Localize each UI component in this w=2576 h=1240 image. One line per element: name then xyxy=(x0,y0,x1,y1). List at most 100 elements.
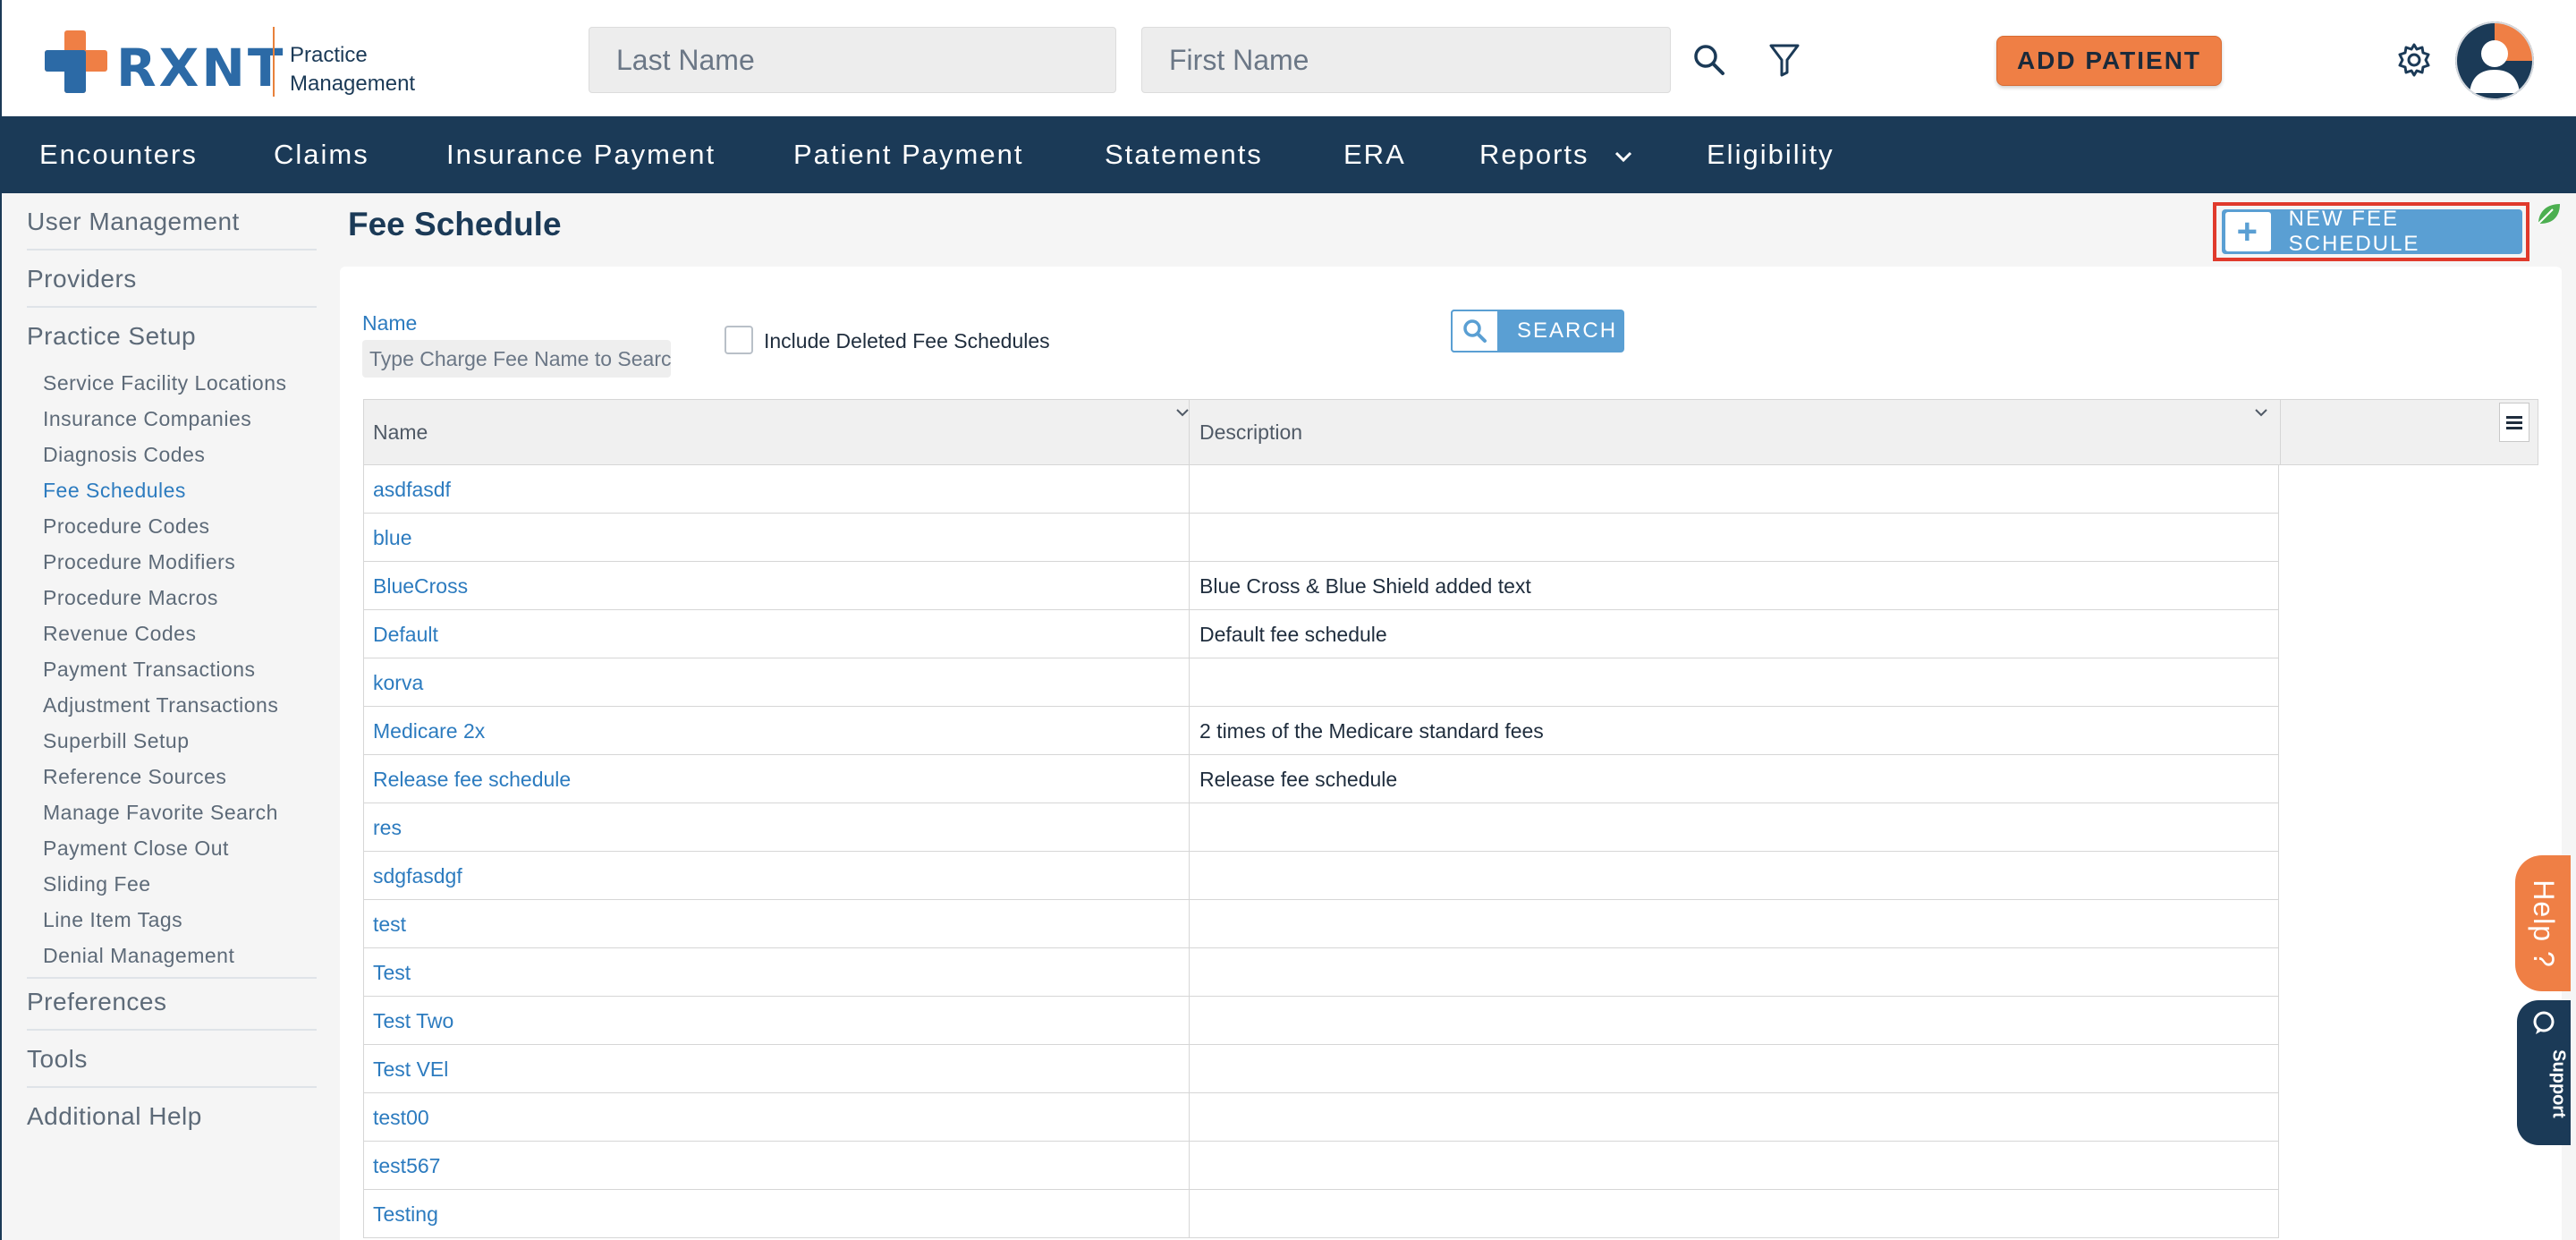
sidebar-divider xyxy=(27,306,317,308)
sidebar-item-revenue-codes[interactable]: Revenue Codes xyxy=(43,622,196,646)
rxnt-cross-icon xyxy=(45,30,107,93)
sidebar-tools[interactable]: Tools xyxy=(27,1045,88,1074)
sidebar-item-line-item-tags[interactable]: Line Item Tags xyxy=(43,908,182,932)
cell-separator xyxy=(1189,465,1190,514)
cell-separator xyxy=(1189,1093,1190,1142)
fee-schedule-name-link[interactable]: Testing xyxy=(373,1190,438,1238)
nav-era[interactable]: ERA xyxy=(1343,116,1406,193)
nav-eligibility[interactable]: Eligibility xyxy=(1707,116,1835,193)
patient-search-button[interactable] xyxy=(1687,38,1732,82)
sidebar-user-management[interactable]: User Management xyxy=(27,208,240,236)
sidebar-item-denial-management[interactable]: Denial Management xyxy=(43,944,234,968)
logo-divider xyxy=(273,27,275,97)
fee-schedule-name-link[interactable]: sdgfasdgf xyxy=(373,852,462,900)
name-filter-input[interactable] xyxy=(362,340,671,378)
cell-separator xyxy=(1189,997,1190,1045)
filter-button[interactable] xyxy=(1762,38,1807,82)
cell-separator xyxy=(1189,1045,1190,1093)
rxnt-logo[interactable]: RXNT xyxy=(45,30,283,98)
nav-claims[interactable]: Claims xyxy=(274,116,369,193)
hamburger-icon xyxy=(2506,416,2522,429)
column-separator xyxy=(1189,400,1190,464)
product-line-1: Practice xyxy=(290,43,368,67)
fee-schedule-name-link[interactable]: korva xyxy=(373,658,423,707)
sidebar-item-payment-transactions[interactable]: Payment Transactions xyxy=(43,658,256,682)
fee-schedule-name-link[interactable]: test xyxy=(373,900,406,948)
sidebar-item-fee-schedules[interactable]: Fee Schedules xyxy=(43,479,186,503)
sidebar-item-adjustment-transactions[interactable]: Adjustment Transactions xyxy=(43,693,278,718)
fee-schedule-name-link[interactable]: Test xyxy=(373,948,411,997)
sidebar-item-payment-close-out[interactable]: Payment Close Out xyxy=(43,837,229,861)
table-row: Test xyxy=(363,948,2279,997)
sidebar-item-service-facility-locations[interactable]: Service Facility Locations xyxy=(43,371,287,395)
fee-schedule-name-link[interactable]: Test VEl xyxy=(373,1045,448,1093)
sidebar-divider xyxy=(27,1029,317,1031)
nav-patient-payment[interactable]: Patient Payment xyxy=(793,116,1023,193)
cell-separator xyxy=(1189,1142,1190,1190)
sidebar-item-manage-favorite-search[interactable]: Manage Favorite Search xyxy=(43,801,278,825)
column-menu-button[interactable] xyxy=(2499,403,2529,442)
fee-schedule-name-link[interactable]: Medicare 2x xyxy=(373,707,485,755)
sidebar-providers[interactable]: Providers xyxy=(27,265,137,293)
nav-statements[interactable]: Statements xyxy=(1105,116,1263,193)
gear-icon xyxy=(2398,43,2430,77)
table-row: korva xyxy=(363,658,2279,707)
sidebar-divider xyxy=(27,249,317,251)
sidebar-divider xyxy=(27,1086,317,1088)
fee-schedule-name-link[interactable]: asdfasdf xyxy=(373,465,451,514)
filter-icon xyxy=(1769,44,1800,77)
new-fee-schedule-button[interactable]: + NEW FEE SCHEDULE xyxy=(2222,207,2522,256)
user-avatar[interactable] xyxy=(2455,21,2534,100)
sidebar-item-reference-sources[interactable]: Reference Sources xyxy=(43,765,226,789)
sidebar-preferences[interactable]: Preferences xyxy=(27,988,166,1016)
fee-schedule-name-link[interactable]: Default xyxy=(373,610,438,658)
fee-schedule-name-link[interactable]: Test Two xyxy=(373,997,453,1045)
nav-reports-label: Reports xyxy=(1479,139,1589,170)
settings-button[interactable] xyxy=(2392,38,2436,82)
sidebar-practice-setup[interactable]: Practice Setup xyxy=(27,322,196,351)
search-icon xyxy=(1463,319,1487,343)
cell-separator xyxy=(1189,514,1190,562)
plus-icon: + xyxy=(2225,212,2271,251)
search-button[interactable]: SEARCH xyxy=(1451,310,1624,352)
table-row: Test VEl xyxy=(363,1045,2279,1093)
help-tab[interactable]: Help ? xyxy=(2515,855,2571,991)
column-header-name[interactable]: Name xyxy=(373,400,428,464)
nav-encounters[interactable]: Encounters xyxy=(39,116,198,193)
main-nav: Encounters Claims Insurance Payment Pati… xyxy=(0,116,2576,193)
sidebar-item-procedure-modifiers[interactable]: Procedure Modifiers xyxy=(43,550,235,574)
sidebar-item-sliding-fee[interactable]: Sliding Fee xyxy=(43,872,151,896)
support-tab[interactable]: Support xyxy=(2517,1000,2571,1145)
fee-schedule-description: Release fee schedule xyxy=(1199,768,1398,791)
sidebar-item-diagnosis-codes[interactable]: Diagnosis Codes xyxy=(43,443,205,467)
first-name-input[interactable] xyxy=(1141,27,1671,93)
chevron-down-icon[interactable] xyxy=(2253,407,2269,418)
sidebar-additional-help[interactable]: Additional Help xyxy=(27,1102,202,1131)
table-row: asdfasdf xyxy=(363,465,2279,514)
fee-schedule-name-link[interactable]: blue xyxy=(373,514,411,562)
cell-separator xyxy=(1189,803,1190,852)
sidebar-item-superbill-setup[interactable]: Superbill Setup xyxy=(43,729,190,753)
fee-schedule-name-link[interactable]: BlueCross xyxy=(373,562,468,610)
sidebar-item-procedure-macros[interactable]: Procedure Macros xyxy=(43,586,218,610)
sidebar: User Management Providers Practice Setup… xyxy=(0,193,333,1240)
nav-reports[interactable]: Reports xyxy=(1479,116,1634,193)
sidebar-item-insurance-companies[interactable]: Insurance Companies xyxy=(43,407,251,431)
include-deleted-checkbox[interactable] xyxy=(724,326,753,354)
fee-schedule-name-link[interactable]: res xyxy=(373,803,402,852)
add-patient-button[interactable]: ADD PATIENT xyxy=(1996,36,2222,86)
nav-insurance-payment[interactable]: Insurance Payment xyxy=(446,116,716,193)
sidebar-item-procedure-codes[interactable]: Procedure Codes xyxy=(43,514,210,539)
table-row: test xyxy=(363,900,2279,948)
leaf-icon xyxy=(2538,204,2560,225)
fee-schedule-name-link[interactable]: test00 xyxy=(373,1093,429,1142)
column-header-description[interactable]: Description xyxy=(1199,400,1302,464)
cell-separator xyxy=(1189,948,1190,997)
brand-name: RXNT xyxy=(116,38,286,98)
fee-schedule-name-link[interactable]: Release fee schedule xyxy=(373,755,571,803)
fee-schedule-name-link[interactable]: test567 xyxy=(373,1142,440,1190)
last-name-input[interactable] xyxy=(589,27,1116,93)
cell-separator xyxy=(1189,562,1190,610)
help-label: Help ? xyxy=(2527,879,2560,968)
new-fee-schedule-label: NEW FEE SCHEDULE xyxy=(2288,207,2420,256)
